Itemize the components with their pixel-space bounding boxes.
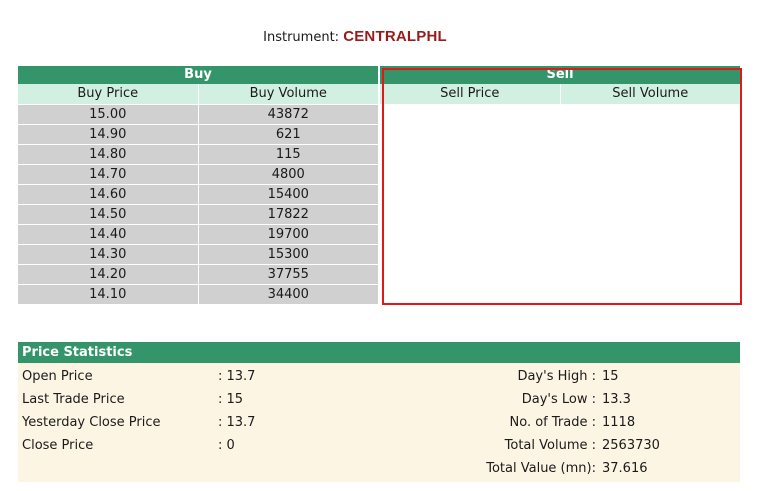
instrument-line: Instrument: CENTRALPHL <box>0 28 710 45</box>
buy-price-cell: 14.50 <box>18 205 199 224</box>
buy-price-cell: 14.40 <box>18 225 199 244</box>
buy-volume-cell: 34400 <box>198 285 378 304</box>
buy-row: 14.80 115 <box>18 144 378 164</box>
sell-volume-header: Sell Volume <box>560 84 740 104</box>
stat-label: Day's High : <box>517 369 596 384</box>
instrument-label: Instrument: <box>263 30 340 45</box>
stat-yesterday-close-price: Yesterday Close Price : 13.7 <box>22 411 382 434</box>
buy-price-header: Buy Price <box>18 84 199 104</box>
stat-no-of-trade: No. of Trade : 1118 <box>398 411 736 434</box>
buy-volume-cell: 4800 <box>198 165 378 184</box>
buy-volume-cell: 621 <box>198 125 378 144</box>
buy-row: 14.90 621 <box>18 124 378 144</box>
buy-price-cell: 14.20 <box>18 265 199 284</box>
buy-volume-cell: 15300 <box>198 245 378 264</box>
buy-price-cell: 14.60 <box>18 185 199 204</box>
buy-row: 14.40 19700 <box>18 224 378 244</box>
buy-volume-cell: 19700 <box>198 225 378 244</box>
buy-price-cell: 14.90 <box>18 125 199 144</box>
market-depth-page: Instrument: CENTRALPHL Buy Buy Price Buy… <box>0 0 762 491</box>
buy-row: 15.00 43872 <box>18 104 378 124</box>
stat-last-trade-price: Last Trade Price : 15 <box>22 388 382 411</box>
buy-volume-cell: 37755 <box>198 265 378 284</box>
buy-rows: 15.00 43872 14.90 621 14.80 115 14.70 4800 14.60… <box>18 104 378 304</box>
buy-header: Buy <box>18 66 378 84</box>
stat-value: 2563730 <box>602 438 660 453</box>
buy-column-headers: Buy Price Buy Volume <box>18 84 378 104</box>
instrument-code: CENTRALPHL <box>343 28 447 45</box>
buy-row: 14.70 4800 <box>18 164 378 184</box>
sell-header: Sell <box>380 66 740 84</box>
stat-close-price: Close Price : 0 <box>22 434 382 457</box>
stat-value: 13.3 <box>602 392 631 407</box>
sell-rows <box>380 104 740 304</box>
order-book: Buy Buy Price Buy Volume 15.00 43872 14.90… <box>18 66 740 306</box>
buy-volume-cell: 15400 <box>198 185 378 204</box>
stat-label: No. of Trade : <box>509 415 596 430</box>
buy-volume-cell: 115 <box>198 145 378 164</box>
sell-price-header: Sell Price <box>380 84 561 104</box>
stat-value: : 0 <box>218 438 235 453</box>
stat-value: : 13.7 <box>218 369 256 384</box>
price-statistics: Price Statistics Open Price : 13.7 Last … <box>18 342 740 482</box>
stat-value: : 15 <box>218 392 244 407</box>
stat-value: : 13.7 <box>218 415 256 430</box>
buy-table: Buy Buy Price Buy Volume 15.00 43872 14.90… <box>18 66 378 304</box>
stat-open-price: Open Price : 13.7 <box>22 365 382 388</box>
stat-value: 1118 <box>602 415 636 430</box>
buy-price-cell: 14.70 <box>18 165 199 184</box>
buy-volume-cell: 43872 <box>198 105 378 124</box>
stat-label: Yesterday Close Price <box>22 415 161 430</box>
stat-label: Close Price <box>22 438 94 453</box>
buy-row: 14.10 34400 <box>18 284 378 304</box>
stat-label: Total Volume : <box>504 438 596 453</box>
stat-days-low: Day's Low : 13.3 <box>398 388 736 411</box>
buy-volume-cell: 17822 <box>198 205 378 224</box>
buy-price-cell: 14.30 <box>18 245 199 264</box>
stat-total-value: Total Value (mn): 37.616 <box>398 457 736 480</box>
price-statistics-body: Open Price : 13.7 Last Trade Price : 15 … <box>18 363 740 482</box>
buy-row: 14.30 15300 <box>18 244 378 264</box>
stat-total-volume: Total Volume : 2563730 <box>398 434 736 457</box>
buy-row: 14.20 37755 <box>18 264 378 284</box>
stat-label: Open Price <box>22 369 93 384</box>
buy-row: 14.50 17822 <box>18 204 378 224</box>
stat-label: Day's Low : <box>521 392 596 407</box>
buy-volume-header: Buy Volume <box>198 84 378 104</box>
sell-table: Sell Sell Price Sell Volume <box>380 66 740 304</box>
sell-column-headers: Sell Price Sell Volume <box>380 84 740 104</box>
buy-row: 14.60 15400 <box>18 184 378 204</box>
stat-value: 15 <box>602 369 619 384</box>
stat-value: 37.616 <box>602 461 648 476</box>
stat-label: Last Trade Price <box>22 392 125 407</box>
buy-price-cell: 15.00 <box>18 105 199 124</box>
price-statistics-header: Price Statistics <box>18 342 740 363</box>
buy-price-cell: 14.10 <box>18 285 199 304</box>
stat-days-high: Day's High : 15 <box>398 365 736 388</box>
stat-label: Total Value (mn): <box>486 461 596 476</box>
buy-price-cell: 14.80 <box>18 145 199 164</box>
